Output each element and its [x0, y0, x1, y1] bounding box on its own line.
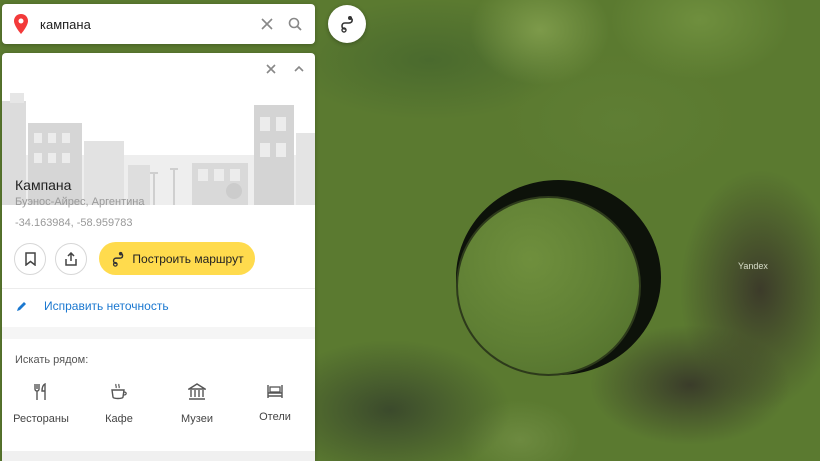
- close-icon: [266, 64, 276, 74]
- nearby-museums[interactable]: Музеи: [158, 383, 236, 425]
- section-separator: [2, 327, 315, 339]
- floating-island: [456, 196, 641, 376]
- divider: [2, 288, 315, 289]
- bed-icon: [267, 385, 283, 398]
- card-bottom-band: [2, 451, 315, 461]
- search-bar: [2, 4, 315, 44]
- fix-inaccuracy-link[interactable]: Исправить неточность: [15, 299, 169, 313]
- build-route-label: Построить маршрут: [132, 251, 244, 266]
- collapse-card-button[interactable]: [289, 59, 309, 79]
- bookmark-icon: [24, 251, 36, 266]
- nearby-title: Искать рядом:: [15, 354, 89, 366]
- fix-inaccuracy-label: Исправить неточность: [44, 299, 169, 313]
- route-button[interactable]: [328, 5, 366, 43]
- route-icon: [113, 251, 124, 267]
- museum-icon: [188, 383, 206, 400]
- map-pin-icon: [14, 14, 32, 34]
- place-coordinates[interactable]: -34.163984, -58.959783: [15, 217, 132, 229]
- fork-knife-icon: [34, 383, 46, 400]
- place-address: Буэнос-Айрес, Аргентина: [15, 196, 145, 208]
- clear-search-button[interactable]: [253, 10, 281, 38]
- nearby-label: Музеи: [181, 413, 213, 425]
- nearby-label: Кафе: [105, 413, 133, 425]
- nearby-hotels[interactable]: Отели: [236, 383, 314, 425]
- bookmark-button[interactable]: [14, 242, 46, 275]
- close-icon: [261, 18, 273, 30]
- route-icon: [341, 16, 353, 33]
- close-card-button[interactable]: [261, 59, 281, 79]
- nearby-label: Отели: [259, 411, 291, 423]
- chevron-up-icon: [294, 65, 304, 72]
- search-icon: [288, 17, 302, 31]
- pencil-icon: [17, 301, 26, 311]
- nearby-label: Рестораны: [13, 413, 69, 425]
- nearby-cafes[interactable]: Кафе: [80, 383, 158, 425]
- search-input[interactable]: [40, 16, 253, 32]
- coffee-cup-icon: [111, 383, 127, 400]
- place-title: Кампана: [15, 177, 72, 193]
- share-icon: [65, 251, 77, 266]
- place-card: Кампана Буэнос-Айрес, Аргентина -34.1639…: [2, 53, 315, 461]
- build-route-button[interactable]: Построить маршрут: [99, 242, 255, 275]
- nearby-restaurants[interactable]: Рестораны: [2, 383, 80, 425]
- map-watermark: Yandex: [738, 261, 768, 271]
- search-button[interactable]: [281, 10, 309, 38]
- share-button[interactable]: [55, 242, 87, 275]
